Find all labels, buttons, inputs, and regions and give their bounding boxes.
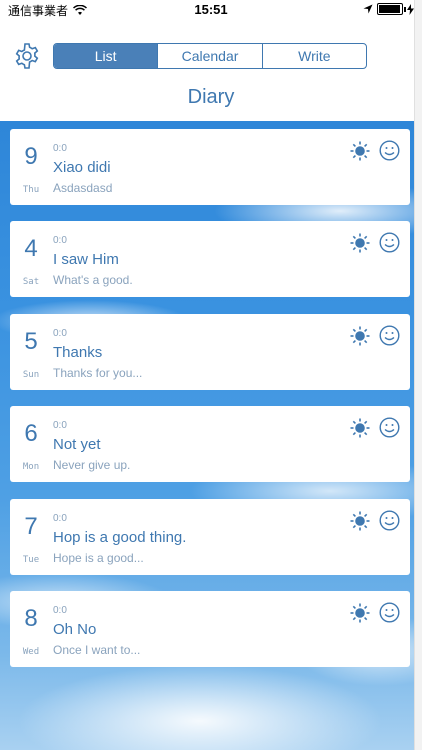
entry-time: 0:0 — [53, 143, 67, 154]
diary-entry-card[interactable]: 7 Tue 0:0 Hop is a good thing. Hope is a… — [10, 499, 410, 575]
sun-icon — [350, 603, 370, 623]
entry-title: Hop is a good thing. — [53, 529, 187, 546]
entry-weekday: Sun — [22, 370, 40, 380]
entry-day: 8 — [24, 605, 38, 632]
entry-excerpt: Asdasdasd — [53, 181, 113, 195]
background-window-edge — [414, 0, 422, 750]
diary-entry-card[interactable]: 8 Wed 0:0 Oh No Once I want to... — [10, 591, 410, 667]
entry-title: Oh No — [53, 621, 97, 638]
smiley-icon — [379, 325, 400, 346]
status-bar: 通信事業者 15:51 — [0, 0, 422, 20]
entry-title: Xiao didi — [53, 159, 111, 176]
entry-time: 0:0 — [53, 605, 67, 616]
charging-bolt-icon — [407, 3, 414, 15]
entry-excerpt: Never give up. — [53, 458, 131, 472]
smiley-icon — [379, 602, 400, 623]
entry-time: 0:0 — [53, 235, 67, 246]
entry-excerpt: Hope is a good... — [53, 551, 144, 565]
entry-weekday: Tue — [22, 555, 40, 565]
diary-entry-card[interactable]: 9 Thu 0:0 Xiao didi Asdasdasd — [10, 129, 410, 205]
gear-icon[interactable] — [13, 42, 41, 70]
status-right — [363, 3, 414, 15]
entry-day: 7 — [24, 513, 38, 540]
tab-write[interactable]: Write — [261, 44, 366, 68]
entry-title: Thanks — [53, 344, 103, 361]
sun-icon — [350, 511, 370, 531]
entry-time: 0:0 — [53, 328, 67, 339]
entry-weekday: Mon — [22, 462, 40, 472]
page-title: Diary — [187, 86, 235, 108]
sun-icon — [350, 141, 370, 161]
entry-weekday: Sat — [22, 277, 40, 287]
entry-title: I saw Him — [53, 251, 119, 268]
entry-weekday: Thu — [22, 185, 40, 195]
entry-day: 5 — [24, 328, 38, 355]
smiley-icon — [379, 232, 400, 253]
battery-fill — [379, 5, 400, 13]
entry-day: 6 — [24, 420, 38, 447]
entry-time: 0:0 — [53, 513, 67, 524]
sun-icon — [350, 233, 370, 253]
sun-icon — [350, 418, 370, 438]
entry-excerpt: Thanks for you... — [53, 366, 143, 380]
view-segmented-control: List Calendar Write — [53, 43, 367, 69]
smiley-icon — [379, 417, 400, 438]
entry-excerpt: Once I want to... — [53, 643, 141, 657]
entry-time: 0:0 — [53, 420, 67, 431]
sun-icon — [350, 326, 370, 346]
smiley-icon — [379, 510, 400, 531]
entry-excerpt: What's a good. — [53, 273, 133, 287]
entry-day: 4 — [24, 235, 38, 262]
diary-entry-card[interactable]: 6 Mon 0:0 Not yet Never give up. — [10, 406, 410, 482]
smiley-icon — [379, 140, 400, 161]
entry-title: Not yet — [53, 436, 101, 453]
diary-entry-card[interactable]: 4 Sat 0:0 I saw Him What's a good. — [10, 221, 410, 297]
entry-day: 9 — [24, 143, 38, 170]
status-time: 15:51 — [194, 2, 228, 17]
battery-indicator — [377, 3, 406, 15]
location-arrow-icon — [363, 4, 373, 14]
entry-weekday: Wed — [22, 647, 40, 657]
tab-list[interactable]: List — [54, 44, 158, 68]
diary-list[interactable]: 9 Thu 0:0 Xiao didi Asdasdasd 4 Sat 0:0 … — [0, 121, 422, 750]
diary-entry-card[interactable]: 5 Sun 0:0 Thanks Thanks for you... — [10, 314, 410, 390]
app-header: List Calendar Write Diary — [0, 20, 422, 121]
tab-calendar[interactable]: Calendar — [157, 44, 261, 68]
